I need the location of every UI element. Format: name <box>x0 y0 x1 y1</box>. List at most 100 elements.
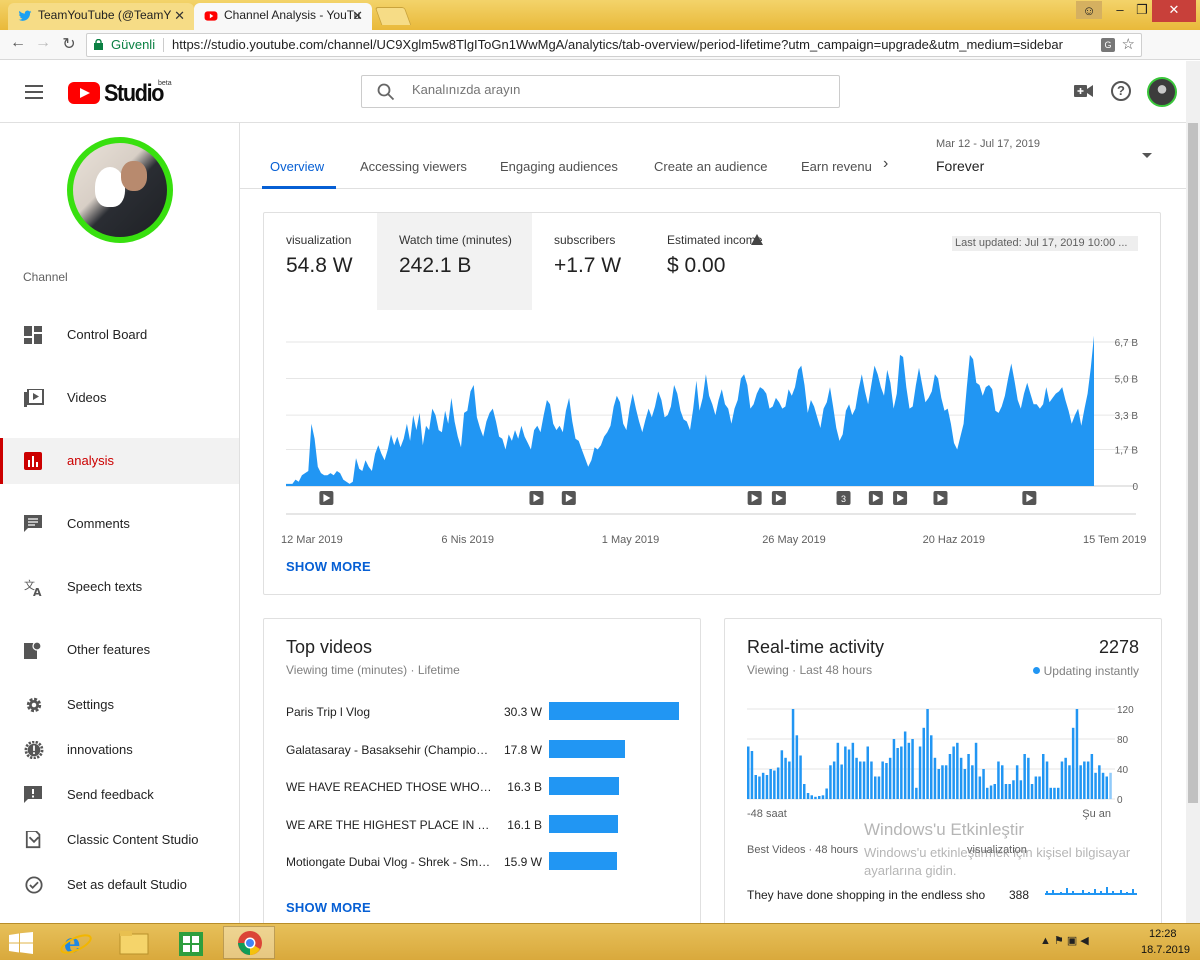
sidebar-item-settings[interactable]: Settings <box>0 682 239 728</box>
browser-tab-twitter[interactable]: TeamYouTube (@TeamY ✕ <box>8 3 194 30</box>
y-tick-label: 0 <box>1132 482 1138 493</box>
bar <box>1109 772 1112 800</box>
tab-overview[interactable]: Overview <box>270 159 324 174</box>
top-video-value: 15.9 W <box>503 855 542 869</box>
chevron-down-icon[interactable] <box>1142 153 1152 158</box>
bar <box>944 765 948 800</box>
watch-time-chart[interactable]: 3 12 Mar 2019 6 Nis 2019 1 May 2019 26 May … <box>264 328 1160 553</box>
top-video-row[interactable]: Galatasaray - Basaksehir (Champion… 17.8 … <box>286 739 686 760</box>
page-scrollbar[interactable] <box>1186 61 1200 923</box>
channel-avatar[interactable] <box>67 137 173 243</box>
bar <box>773 770 776 799</box>
metric-label: visualization <box>286 233 352 247</box>
sidebar-item-label: analysis <box>67 453 114 468</box>
sidebar-item-default-studio[interactable]: Set as default Studio <box>0 862 239 908</box>
top-video-title: WE ARE THE HIGHEST PLACE IN TH… <box>286 817 492 832</box>
forward-arrow-icon[interactable]: → <box>33 34 53 52</box>
divider <box>163 38 164 52</box>
tab-engaging-audiences[interactable]: Engaging audiences <box>500 159 618 174</box>
new-tab-button[interactable] <box>374 7 412 25</box>
bar <box>967 754 970 799</box>
sidebar-item-videos[interactable]: Videos <box>0 375 239 421</box>
bar <box>1001 765 1004 800</box>
metric-subscribers[interactable]: subscribers +1.7 W <box>532 213 644 310</box>
top-video-row[interactable]: Motiongate Dubai Vlog - Shrek - Sm… 15.9 … <box>286 852 686 872</box>
bookmark-star-icon[interactable]: ☆ <box>1122 34 1135 56</box>
avatar[interactable] <box>1147 77 1177 107</box>
address-bar[interactable]: Güvenli https://studio.youtube.com/chann… <box>86 33 1142 57</box>
sidebar-item-classic-studio[interactable]: Classic Content Studio <box>0 817 239 863</box>
y-tick-label: 80 <box>1117 735 1129 746</box>
clock-time[interactable]: 12:28 <box>1149 928 1177 940</box>
bar <box>754 775 757 799</box>
show-more-button[interactable]: SHOW MORE <box>286 559 371 574</box>
sidebar-item-label: Set as default Studio <box>67 877 187 892</box>
sidebar-item-speech-texts[interactable]: 文A Speech texts <box>0 564 239 610</box>
secure-label: Güvenli <box>111 37 156 52</box>
search-icon <box>377 83 395 101</box>
period-select[interactable]: Forever <box>936 158 984 174</box>
bar <box>1027 757 1030 800</box>
store-icon[interactable] <box>165 926 217 959</box>
chevron-right-icon[interactable]: › <box>883 155 888 173</box>
sidebar-item-label: Speech texts <box>67 579 143 594</box>
bar <box>776 767 780 799</box>
tab-close-icon[interactable]: ✕ <box>174 3 185 28</box>
bar <box>1015 765 1019 800</box>
sidebar-item-analysis[interactable]: analysis <box>0 438 239 484</box>
internet-explorer-icon[interactable]: e <box>50 926 102 959</box>
browser-tab-studio[interactable]: Channel Analysis - YouTu ✕ <box>194 3 372 30</box>
top-video-value: 17.8 W <box>503 742 542 757</box>
windows-start-icon[interactable] <box>8 932 34 954</box>
bar <box>1049 787 1052 800</box>
create-video-icon[interactable] <box>1074 83 1094 99</box>
chrome-taskbar-icon[interactable] <box>223 926 275 959</box>
file-explorer-icon[interactable] <box>108 926 160 959</box>
bar <box>896 748 899 799</box>
search-input[interactable] <box>412 82 812 97</box>
help-icon[interactable]: ? <box>1111 81 1131 101</box>
bar <box>1068 765 1071 800</box>
sidebar-item-send-feedback[interactable]: Send feedback <box>0 772 239 818</box>
tab-earn-revenue[interactable]: Earn revenu <box>801 159 871 174</box>
profile-switch-icon[interactable]: ☺ <box>1076 1 1102 19</box>
channel-search[interactable] <box>361 75 840 108</box>
back-arrow-icon[interactable]: ← <box>8 34 28 52</box>
bar <box>1079 765 1082 800</box>
tab-accessing-viewers[interactable]: Accessing viewers <box>360 159 467 174</box>
clock-date[interactable]: 18.7.2019 <box>1141 944 1190 956</box>
sidebar-item-control-board[interactable]: Control Board <box>0 312 239 358</box>
top-video-row[interactable]: WE HAVE REACHED THOSE WHO W… 16.3 B <box>286 777 686 797</box>
bar <box>885 763 888 799</box>
check-circle-icon <box>25 876 43 894</box>
sidebar-item-comments[interactable]: Comments <box>0 501 239 547</box>
scrollbar-thumb[interactable] <box>1188 123 1198 803</box>
window-close-icon[interactable]: ✕ <box>1152 0 1196 22</box>
realtime-video-title[interactable]: They have done shopping in the endless s… <box>747 888 987 902</box>
metric-watch-time[interactable]: Watch time (minutes) 242.1 B <box>377 213 532 310</box>
sidebar-item-innovations[interactable]: innovations <box>0 727 239 773</box>
bar <box>788 761 791 799</box>
top-video-row[interactable]: WE ARE THE HIGHEST PLACE IN TH… 16.1 B <box>286 814 686 835</box>
bar <box>986 787 989 800</box>
twitter-icon <box>18 10 32 21</box>
sidebar-item-other-features[interactable]: Other features <box>0 627 239 673</box>
sidebar-item-label: Videos <box>67 390 107 405</box>
system-tray-icons[interactable]: ▲ ⚑ ▣ ◀ <box>1040 934 1089 947</box>
bar <box>1023 754 1026 799</box>
reload-icon[interactable]: ↻ <box>59 34 79 54</box>
youtube-icon <box>204 11 218 21</box>
translate-page-icon[interactable]: G <box>1101 38 1115 52</box>
x-tick-label: 6 Nis 2019 <box>441 534 494 546</box>
tab-close-icon[interactable]: ✕ <box>352 3 363 28</box>
top-video-row[interactable]: Paris Trip l Vlog 30.3 W <box>286 702 686 722</box>
metric-estimated-income[interactable]: Estimated income $ 0.00 <box>645 213 785 310</box>
tab-create-audience[interactable]: Create an audience <box>654 159 767 174</box>
metric-label: Estimated income <box>667 233 763 247</box>
realtime-bar-chart[interactable]: 0 40 80 120 -48 saat Şu an <box>725 699 1161 829</box>
show-more-button[interactable]: SHOW MORE <box>286 900 371 915</box>
top-video-title: Galatasaray - Basaksehir (Champion… <box>286 742 492 757</box>
hamburger-menu-icon[interactable] <box>25 85 43 99</box>
metric-views[interactable]: visualization 54.8 W <box>264 213 376 310</box>
bar <box>761 772 765 800</box>
